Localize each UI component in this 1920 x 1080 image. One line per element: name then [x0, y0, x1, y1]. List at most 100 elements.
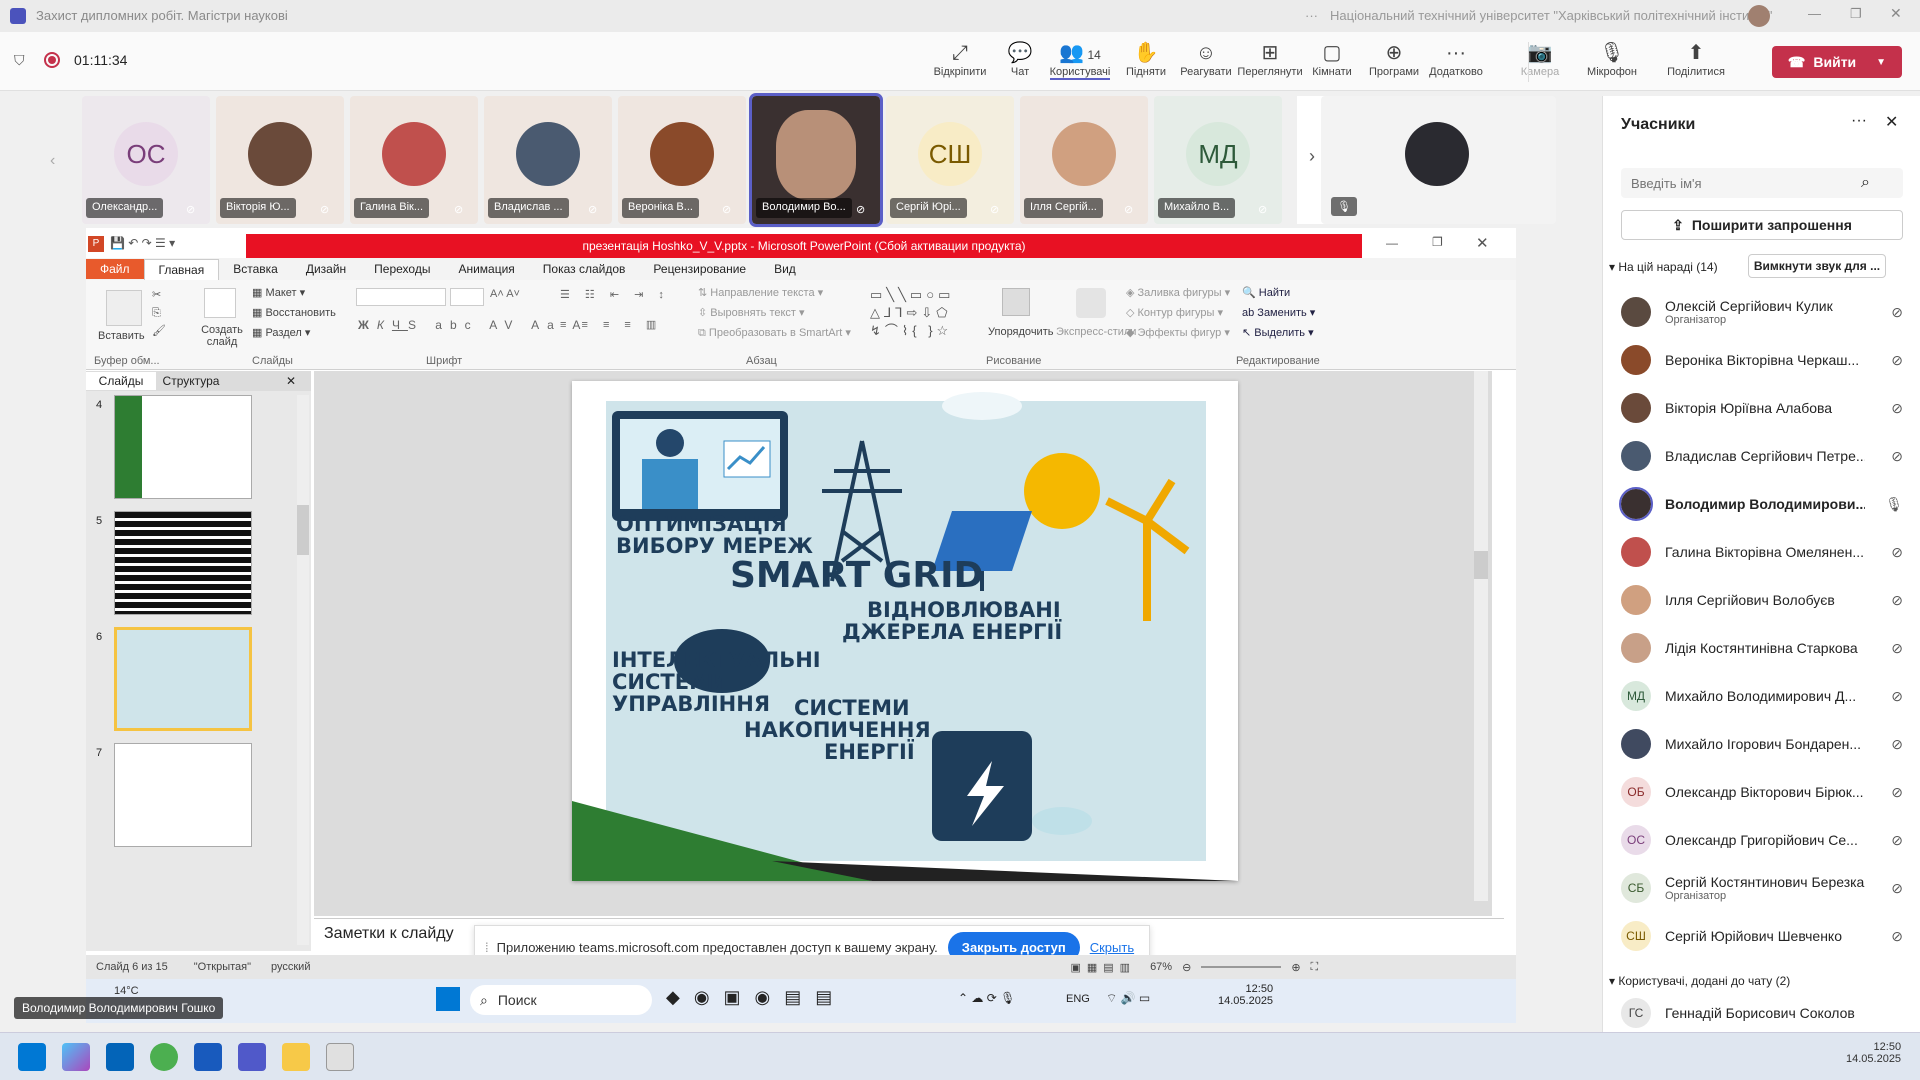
teams-icon[interactable]: [238, 1043, 266, 1071]
slide-thumbnail[interactable]: [114, 627, 252, 731]
leave-button[interactable]: ☎ Вийти ▼: [1772, 46, 1902, 78]
slide-thumbnail[interactable]: [114, 511, 252, 615]
video-tile[interactable]: ОС Олександр... ⊘: [82, 96, 210, 224]
more-icon[interactable]: ···: [1305, 8, 1318, 23]
font-size-select[interactable]: [450, 288, 484, 306]
mic-off-icon[interactable]: ⊘: [1891, 832, 1903, 849]
snipping-icon[interactable]: [326, 1043, 354, 1071]
mic-off-icon[interactable]: ⊘: [1891, 352, 1903, 369]
zoom-level[interactable]: 67%: [1150, 961, 1172, 973]
participant-row[interactable]: ОБ Олександр Вікторович Бірюк... ⊘: [1621, 772, 1911, 812]
clock[interactable]: 12:50 14.05.2025: [1846, 1041, 1901, 1065]
participant-row[interactable]: Галина Вікторівна Омелянен... ⊘: [1621, 532, 1911, 572]
ribbon-tab[interactable]: Вставка: [219, 259, 292, 279]
slide-thumbnail[interactable]: [114, 743, 252, 847]
mic-off-icon[interactable]: ⊘: [1891, 784, 1903, 801]
participant-row[interactable]: СБ Сергій Костянтинович Березка Організато…: [1621, 868, 1911, 908]
tray-icons[interactable]: ⌃ ☁ ⟳ 🎙: [958, 991, 1015, 1005]
shapes-gallery[interactable]: ▭╲╲▭○▭ △⅃⅂⇨⇩⬠ ↯⌒⌇{ }☆: [870, 286, 954, 340]
ribbon-tab[interactable]: Вид: [760, 259, 810, 279]
smartart-button[interactable]: ⧉ Преобразовать в SmartArt ▾: [698, 326, 851, 340]
find-button[interactable]: 🔍 Найти: [1242, 286, 1290, 299]
participant-row[interactable]: Владислав Сергійович Петре... ⊘: [1621, 436, 1911, 476]
shape-outline-button[interactable]: ◇ Контур фигуры ▾: [1126, 306, 1223, 319]
toolbar-more-button[interactable]: ··· Додатково: [1424, 42, 1488, 78]
video-tile[interactable]: Галина Вік... ⊘: [350, 96, 478, 224]
mute-all-button[interactable]: Вимкнути звук для ...: [1748, 254, 1886, 278]
toolbar-apps-button[interactable]: ⊕ Програми: [1362, 42, 1426, 78]
participant-row[interactable]: Вікторія Юріївна Алабова ⊘: [1621, 388, 1911, 428]
explorer-icon[interactable]: [282, 1043, 310, 1071]
mic-off-icon[interactable]: ⊘: [1891, 880, 1903, 897]
view-buttons[interactable]: ▣▦▤▥: [1070, 961, 1136, 974]
copilot-icon[interactable]: [62, 1043, 90, 1071]
mic-off-icon[interactable]: ⊘: [1891, 736, 1903, 753]
toolbar-hand-button[interactable]: ✋ Підняти: [1114, 42, 1178, 78]
close-icon[interactable]: ✕: [1885, 112, 1898, 132]
panel-scrollbar[interactable]: [297, 395, 309, 945]
layout-button[interactable]: ▦ Макет ▾: [252, 286, 305, 299]
hide-link[interactable]: Скрыть: [1090, 940, 1134, 955]
select-button[interactable]: ↖ Выделить ▾: [1242, 326, 1314, 339]
invite-button[interactable]: ⇪ Поширити запрошення: [1621, 210, 1903, 240]
shape-fill-button[interactable]: ◈ Заливка фигуры ▾: [1126, 286, 1230, 299]
quick-access-icons[interactable]: 💾 ↶ ↷ ☰ ▾: [110, 236, 175, 250]
windows-icon[interactable]: [436, 987, 460, 1011]
mic-off-icon[interactable]: ⊘: [1891, 928, 1903, 945]
minimize-icon[interactable]: —: [1808, 6, 1821, 21]
video-tile[interactable]: СШ Сергій Юрі... ⊘: [886, 96, 1014, 224]
drag-handle[interactable]: ⁞: [485, 940, 489, 955]
list-icons[interactable]: ☰ ☷ ⇤ ⇥ ↕: [560, 288, 670, 301]
clipboard-tools[interactable]: ✂ ⎘ 🖌: [152, 286, 166, 340]
video-tile[interactable]: Вероніка В... ⊘: [618, 96, 746, 224]
chat-participant-row[interactable]: ГС Геннадій Борисович Соколов: [1621, 996, 1911, 1030]
participant-row[interactable]: МД Михайло Володимирович Д... ⊘: [1621, 676, 1911, 716]
ribbon-tab[interactable]: Переходы: [360, 259, 444, 279]
new-slide-icon[interactable]: [204, 288, 236, 318]
section-chat-users[interactable]: ▾ Користувачі, додані до чату (2): [1609, 974, 1790, 988]
outlook-icon[interactable]: [106, 1043, 134, 1071]
ribbon-tab[interactable]: Файл: [86, 259, 144, 279]
slide-thumbnail[interactable]: [114, 395, 252, 499]
restore-icon[interactable]: ❐: [1850, 6, 1862, 22]
participant-row[interactable]: Олексій Сергійович Кулик Організатор ⊘: [1621, 292, 1911, 332]
mic-off-icon[interactable]: ⊘: [1891, 592, 1903, 609]
text-direction-button[interactable]: ⇅ Направление текста ▾: [698, 286, 823, 299]
toolbar-people-button[interactable]: 👥 14 Користувачі: [1048, 42, 1112, 80]
toolbar-mic-off-button[interactable]: 🎙 Мікрофон: [1580, 42, 1644, 78]
restore-icon[interactable]: ❐: [1432, 235, 1443, 249]
mic-off-icon[interactable]: ⊘: [1891, 640, 1903, 657]
chevron-left-icon[interactable]: ‹: [50, 152, 55, 170]
video-tile[interactable]: Владислав ... ⊘: [484, 96, 612, 224]
video-tile[interactable]: Вікторія Ю... ⊘: [216, 96, 344, 224]
quick-styles-button[interactable]: Экспресс-стили: [1056, 326, 1136, 338]
participant-row[interactable]: Володимир Володимирови... 🎙: [1619, 484, 1911, 524]
quick-styles-icon[interactable]: [1076, 288, 1106, 318]
arrange-icon[interactable]: [1002, 288, 1030, 316]
toolbar-smile-button[interactable]: ☺ Реагувати: [1174, 42, 1238, 78]
paste-icon[interactable]: [106, 290, 142, 326]
toolbar-unpin-button[interactable]: ⤢ Відкріпити: [928, 42, 992, 78]
video-tile-self[interactable]: 🎙: [1321, 96, 1556, 224]
taskbar-search[interactable]: ⌕ Поиск: [470, 985, 652, 1015]
toolbar-rooms-button[interactable]: ▢ Кімнати: [1300, 42, 1364, 78]
tray-lang[interactable]: ENG: [1066, 993, 1090, 1005]
toolbar-grid-button[interactable]: ⊞ Переглянути: [1237, 42, 1302, 78]
toolbar-camera-off-button[interactable]: 📷 Камера: [1508, 42, 1572, 78]
paste-button[interactable]: Вставить: [98, 330, 145, 342]
ribbon-tab[interactable]: Дизайн: [292, 259, 360, 279]
tab-outline[interactable]: Структура: [156, 372, 226, 390]
align-icons[interactable]: ≡ ≡ ≡ ≡ ▥: [560, 318, 662, 331]
more-icon[interactable]: ···: [1851, 112, 1867, 130]
mic-icon[interactable]: 🎙: [1885, 496, 1903, 513]
participant-row[interactable]: Лідія Костянтинівна Старкова ⊘: [1621, 628, 1911, 668]
font-name-select[interactable]: [356, 288, 446, 306]
tray-clock[interactable]: 12:50 14.05.2025: [1218, 983, 1273, 1007]
participant-row[interactable]: СШ Сергій Юрійович Шевченко ⊘: [1621, 916, 1911, 956]
toolbar-share-button[interactable]: ⬆ Поділитися: [1664, 42, 1728, 78]
tray-status-icons[interactable]: ⌔ 🔊 ▭: [1106, 991, 1150, 1006]
mic-off-icon[interactable]: ⊘: [1891, 688, 1903, 705]
zoom-slider[interactable]: [1201, 966, 1282, 968]
profile-avatar[interactable]: [1748, 5, 1770, 27]
close-icon[interactable]: ✕: [1476, 234, 1489, 252]
